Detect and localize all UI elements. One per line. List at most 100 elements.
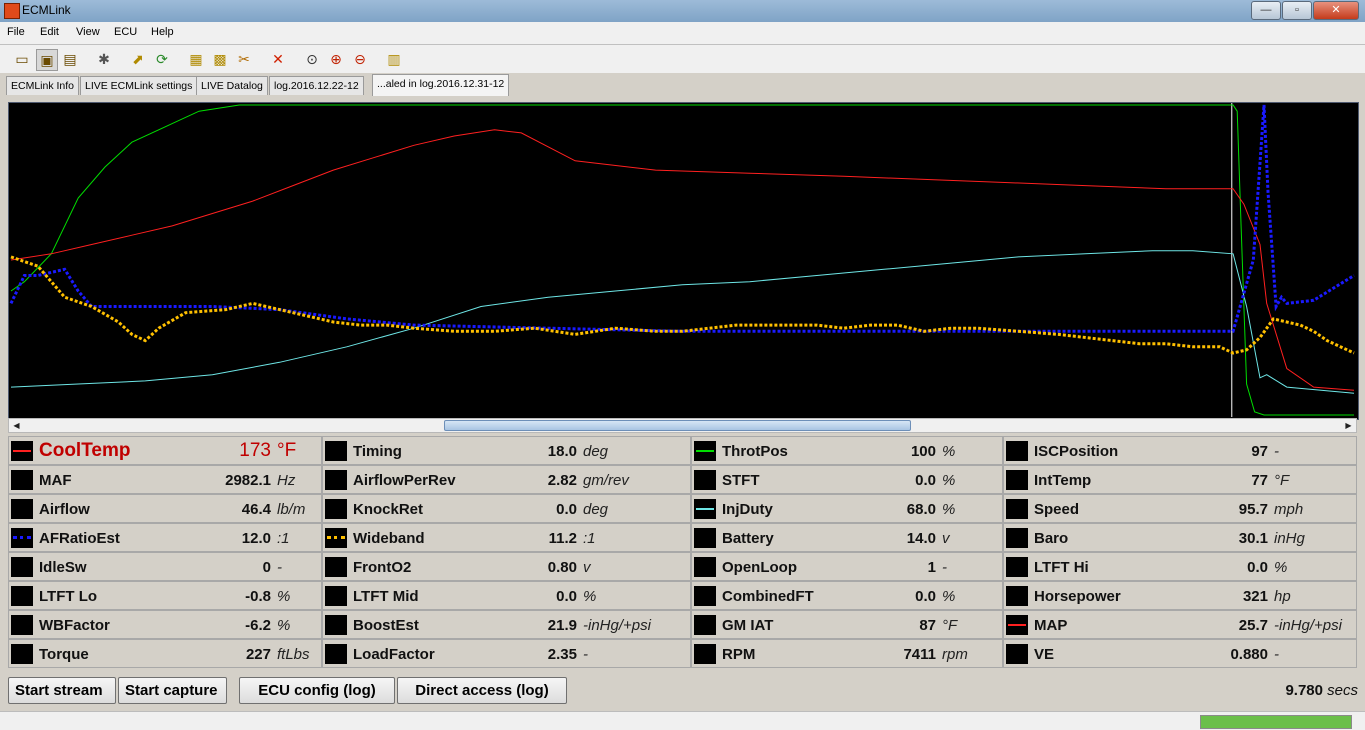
zoom-reset-icon[interactable]: ⊙	[302, 49, 322, 69]
tab-live-datalog[interactable]: LIVE Datalog	[196, 76, 268, 95]
param-color-swatch[interactable]	[325, 586, 347, 606]
param-color-swatch[interactable]	[694, 441, 716, 461]
param-color-swatch[interactable]	[1006, 470, 1028, 490]
zoom-in-icon[interactable]: ⊕	[326, 49, 346, 69]
param-cooltemp[interactable]: CoolTemp 173 °F	[8, 436, 322, 465]
param-combinedft[interactable]: CombinedFT 0.0%	[691, 581, 1003, 610]
close-button[interactable]: ✕	[1313, 1, 1359, 20]
param-color-swatch[interactable]	[694, 528, 716, 548]
param-color-swatch[interactable]	[11, 499, 33, 519]
param-color-swatch[interactable]	[325, 615, 347, 635]
param-gm-iat[interactable]: GM IAT 87 °F	[691, 610, 1003, 639]
param-color-swatch[interactable]	[325, 644, 347, 664]
param-color-swatch[interactable]	[694, 615, 716, 635]
param-throtpos[interactable]: ThrotPos 100%	[691, 436, 1003, 465]
param-color-swatch[interactable]	[325, 470, 347, 490]
param-wideband[interactable]: Wideband 11.2:1	[322, 523, 691, 552]
save-icon[interactable]: ▣	[36, 49, 58, 71]
param-airflow[interactable]: Airflow 46.4 lb/m	[8, 494, 322, 523]
param-color-swatch[interactable]	[325, 528, 347, 548]
scroll-right-arrow-icon[interactable]: ▶	[1341, 419, 1356, 432]
param-color-swatch[interactable]	[11, 644, 33, 664]
param-rpm[interactable]: RPM 7411 rpm	[691, 639, 1003, 668]
start-capture-button[interactable]: Start capture	[118, 677, 227, 704]
param-color-swatch[interactable]	[11, 615, 33, 635]
param-airflowperrev[interactable]: AirflowPerRev 2.82 gm/rev	[322, 465, 691, 494]
param-color-swatch[interactable]	[694, 499, 716, 519]
param-loadfactor[interactable]: LoadFactor 2.35-	[322, 639, 691, 668]
menu-ecu[interactable]: ECU	[114, 26, 137, 38]
export-icon[interactable]: ⬈	[128, 49, 148, 69]
param-torque[interactable]: Torque 227 ftLbs	[8, 639, 322, 668]
tab-live-settings[interactable]: LIVE ECMLink settings	[80, 76, 198, 95]
scroll-left-arrow-icon[interactable]: ◀	[9, 419, 24, 432]
maximize-button[interactable]: ▫	[1282, 1, 1312, 20]
menu-edit[interactable]: Edit	[40, 26, 59, 38]
delete-icon[interactable]: ✕	[268, 49, 288, 69]
open-folder-icon[interactable]: ▭	[12, 49, 32, 69]
param-ltft-hi[interactable]: LTFT Hi 0.0%	[1003, 552, 1357, 581]
ecu-config-button[interactable]: ECU config (log)	[239, 677, 395, 704]
open-log-icon[interactable]: ▤	[60, 49, 80, 69]
map-icon[interactable]: ▩	[210, 49, 230, 69]
param-color-swatch[interactable]	[11, 586, 33, 606]
menu-view[interactable]: View	[76, 26, 100, 38]
param-color-swatch[interactable]	[1006, 615, 1028, 635]
plot-scrollbar[interactable]: ◀ ▶	[8, 418, 1357, 433]
menu-help[interactable]: Help	[151, 26, 174, 38]
param-baro[interactable]: Baro 30.1 inHg	[1003, 523, 1357, 552]
param-inttemp[interactable]: IntTemp 77 °F	[1003, 465, 1357, 494]
param-speed[interactable]: Speed 95.7 mph	[1003, 494, 1357, 523]
param-ve[interactable]: VE 0.880-	[1003, 639, 1357, 668]
datalog-plot[interactable]	[8, 102, 1359, 420]
direct-access-button[interactable]: Direct access (log)	[397, 677, 567, 704]
param-ltft-mid[interactable]: LTFT Mid 0.0%	[322, 581, 691, 610]
scroll-thumb[interactable]	[444, 420, 911, 431]
param-color-swatch[interactable]	[1006, 441, 1028, 461]
param-wbfactor[interactable]: WBFactor -6.2%	[8, 610, 322, 639]
refresh-icon[interactable]: ⟳	[152, 49, 172, 69]
param-fronto2[interactable]: FrontO2 0.80 v	[322, 552, 691, 581]
param-idlesw[interactable]: IdleSw 0-	[8, 552, 322, 581]
param-color-swatch[interactable]	[1006, 557, 1028, 577]
param-knockret[interactable]: KnockRet 0.0 deg	[322, 494, 691, 523]
param-color-swatch[interactable]	[1006, 644, 1028, 664]
zoom-out-icon[interactable]: ⊖	[350, 49, 370, 69]
config-icon[interactable]: ▦	[186, 49, 206, 69]
start-stream-button[interactable]: Start stream	[8, 677, 116, 704]
menu-file[interactable]: File	[7, 26, 25, 38]
param-color-swatch[interactable]	[325, 441, 347, 461]
param-color-swatch[interactable]	[694, 586, 716, 606]
param-timing[interactable]: Timing 18.0 deg	[322, 436, 691, 465]
param-stft[interactable]: STFT 0.0%	[691, 465, 1003, 494]
param-color-swatch[interactable]	[1006, 528, 1028, 548]
minimize-button[interactable]: —	[1251, 1, 1281, 20]
param-color-swatch[interactable]	[11, 557, 33, 577]
param-color-swatch[interactable]	[325, 557, 347, 577]
param-iscposition[interactable]: ISCPosition 97-	[1003, 436, 1357, 465]
param-maf[interactable]: MAF 2982.1 Hz	[8, 465, 322, 494]
param-color-swatch[interactable]	[694, 470, 716, 490]
tab-log-2016-12-22[interactable]: log.2016.12.22-12	[269, 76, 364, 95]
param-color-swatch[interactable]	[11, 441, 33, 461]
tab-log-2016-12-31[interactable]: ...aled in log.2016.12.31-12	[372, 74, 510, 96]
tools-icon[interactable]: ✱	[94, 49, 114, 69]
param-boostest[interactable]: BoostEst 21.9 -inHg/+psi	[322, 610, 691, 639]
cut-icon[interactable]: ✂	[234, 49, 254, 69]
tab-ecmlink-info[interactable]: ECMLink Info	[6, 76, 80, 95]
param-color-swatch[interactable]	[325, 499, 347, 519]
param-openloop[interactable]: OpenLoop 1-	[691, 552, 1003, 581]
param-color-swatch[interactable]	[11, 528, 33, 548]
param-color-swatch[interactable]	[694, 644, 716, 664]
param-battery[interactable]: Battery 14.0 v	[691, 523, 1003, 552]
param-color-swatch[interactable]	[694, 557, 716, 577]
param-map[interactable]: MAP 25.7 -inHg/+psi	[1003, 610, 1357, 639]
param-ltft-lo[interactable]: LTFT Lo -0.8%	[8, 581, 322, 610]
param-horsepower[interactable]: Horsepower 321 hp	[1003, 581, 1357, 610]
chart-icon[interactable]: ▥	[384, 49, 404, 69]
param-injduty[interactable]: InjDuty 68.0%	[691, 494, 1003, 523]
param-color-swatch[interactable]	[11, 470, 33, 490]
param-color-swatch[interactable]	[1006, 586, 1028, 606]
param-color-swatch[interactable]	[1006, 499, 1028, 519]
param-afratioest[interactable]: AFRatioEst 12.0:1	[8, 523, 322, 552]
